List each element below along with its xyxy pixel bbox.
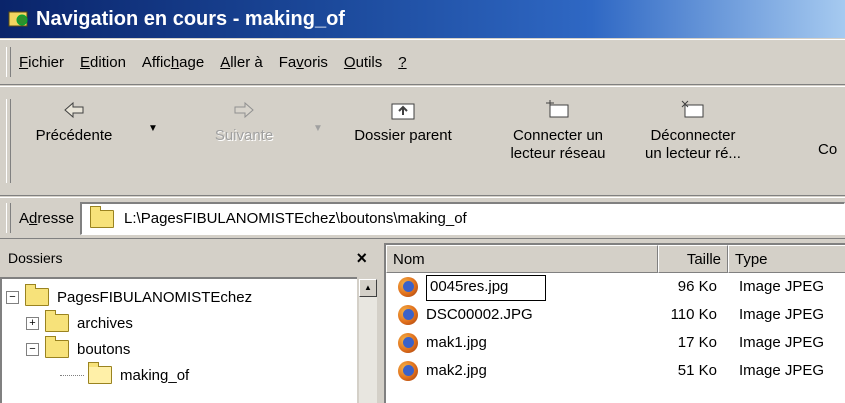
menu-edition[interactable]: Edition — [80, 54, 126, 71]
file-row[interactable]: DSC00002.JPG 110 Ko Image JPEG — [386, 303, 845, 329]
menu-grip[interactable] — [6, 47, 11, 77]
column-header-type[interactable]: Type — [728, 245, 845, 273]
tree-connector — [60, 374, 84, 376]
disconnect-network-drive-button[interactable]: Déconnecter un lecteur ré... — [630, 99, 756, 163]
address-value: L:\PagesFIBULANOMISTEchez\boutons\making… — [124, 210, 467, 227]
menu-aller-a[interactable]: Aller à — [220, 54, 263, 71]
tree-item-root[interactable]: − PagesFIBULANOMISTEchez — [6, 284, 252, 309]
close-icon[interactable]: × — [356, 248, 367, 269]
parent-folder-icon — [338, 99, 468, 121]
firefox-file-icon — [398, 277, 418, 297]
explorer-window-icon[interactable] — [8, 9, 30, 29]
menu-fichier[interactable]: Fichier — [19, 54, 64, 71]
disconnect-drive-icon — [630, 99, 756, 121]
file-row[interactable]: mak2.jpg 51 Ko Image JPEG — [386, 359, 845, 385]
menu-favoris[interactable]: Favoris — [279, 54, 328, 71]
collapse-icon[interactable]: − — [26, 342, 39, 356]
title-bar[interactable]: Navigation en cours - making_of — [0, 0, 845, 38]
file-row[interactable]: mak1.jpg 17 Ko Image JPEG — [386, 331, 845, 357]
forward-button[interactable]: Suivante — [194, 99, 294, 145]
folder-icon — [45, 310, 69, 332]
folders-pane-header: Dossiers × — [0, 243, 375, 273]
address-label: Adresse — [19, 209, 75, 227]
forward-dropdown-arrow[interactable]: ▼ — [313, 123, 323, 134]
file-list: Nom Taille Type 0045res.jpg 96 Ko Image … — [384, 243, 845, 403]
address-grip[interactable] — [6, 203, 11, 233]
file-row[interactable]: 0045res.jpg 96 Ko Image JPEG — [386, 275, 845, 301]
address-input[interactable]: L:\PagesFIBULANOMISTEchez\boutons\making… — [80, 201, 845, 235]
map-network-drive-button[interactable]: Connecter un lecteur réseau — [497, 99, 619, 163]
folder-icon — [90, 205, 115, 228]
menu-help[interactable]: ? — [398, 54, 406, 71]
address-bar: Adresse L:\PagesFIBULANOMISTEchez\bouton… — [0, 197, 845, 239]
expand-icon[interactable]: + — [26, 316, 39, 330]
folders-pane: Dossiers × − PagesFIBULANOMISTEchez + ar… — [0, 243, 377, 403]
column-header-name[interactable]: Nom — [386, 245, 658, 273]
menu-affichage[interactable]: Affichage — [142, 54, 204, 71]
tree-item-making-of[interactable]: making_of — [60, 362, 189, 387]
collapse-icon[interactable]: − — [6, 290, 19, 304]
scroll-up-arrow-icon[interactable]: ▲ — [359, 279, 377, 297]
folder-tree[interactable]: − PagesFIBULANOMISTEchez + archives − bo… — [0, 277, 377, 403]
open-folder-icon — [88, 362, 112, 384]
parent-folder-button[interactable]: Dossier parent — [338, 99, 468, 145]
tree-item-boutons[interactable]: − boutons — [26, 336, 130, 361]
back-button[interactable]: Précédente — [14, 99, 134, 145]
firefox-file-icon — [398, 361, 418, 381]
folders-pane-title: Dossiers — [8, 250, 63, 266]
menu-outils[interactable]: Outils — [344, 54, 382, 71]
more-toolbar-button[interactable]: Co — [818, 141, 845, 159]
folder-icon — [25, 284, 49, 306]
folder-tree-scrollbar[interactable]: ▲ — [359, 279, 377, 403]
window-title: Navigation en cours - making_of — [36, 7, 345, 30]
menu-bar: Fichier Edition Affichage Aller à Favori… — [0, 39, 845, 85]
firefox-file-icon — [398, 333, 418, 353]
firefox-file-icon — [398, 305, 418, 325]
folder-icon — [45, 336, 69, 358]
forward-arrow-icon — [194, 99, 294, 121]
network-drive-icon — [497, 99, 619, 121]
tree-item-archives[interactable]: + archives — [26, 310, 133, 335]
back-dropdown-arrow[interactable]: ▼ — [148, 123, 158, 134]
standard-toolbar: Précédente ▼ Suivante ▼ Dossier parent C… — [0, 86, 845, 196]
back-arrow-icon — [14, 99, 134, 121]
column-header-size[interactable]: Taille — [658, 245, 728, 273]
toolbar-grip[interactable] — [6, 99, 11, 183]
